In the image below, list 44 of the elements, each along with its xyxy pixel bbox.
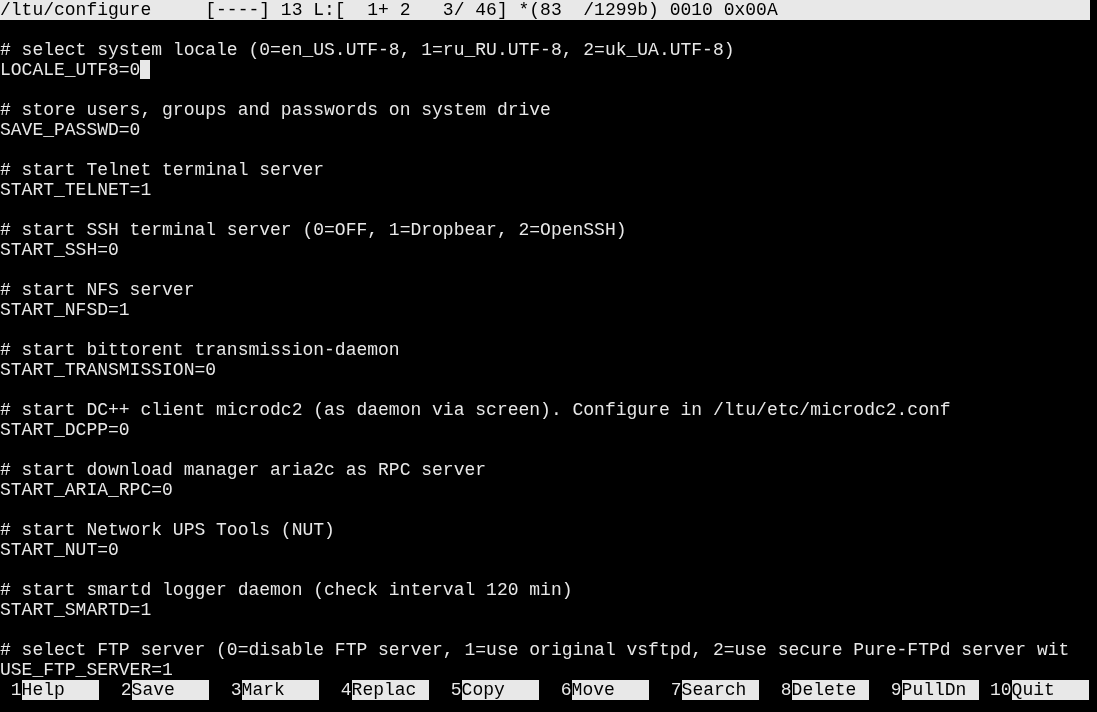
comment-line: # start bittorent transmission-daemon — [0, 340, 400, 360]
setting-line: USE_FTP_SERVER=1 — [0, 660, 173, 680]
function-key-button[interactable]: Quit — [1011, 680, 1090, 700]
key-number: 1 — [9, 680, 22, 700]
editor-status-info: [----] 13 L:[ 1+ 2 3/ 46] *(83 /1299b) 0010 0x00A — [205, 0, 778, 20]
function-key-button[interactable]: Search — [681, 680, 760, 700]
setting-line: START_TRANSMISSION=0 — [0, 360, 217, 380]
function-key-button[interactable]: Help — [21, 680, 100, 700]
key-number: 7 — [669, 680, 682, 700]
comment-line: # store users, groups and passwords on system drive — [0, 100, 551, 120]
comment-line: # start SSH terminal server (0=OFF, 1=Dropbear, 2=OpenSSH) — [0, 220, 627, 240]
setting-line: LOCALE_UTF8=0 — [0, 60, 141, 80]
key-number: 6 — [559, 680, 572, 700]
setting-line: START_NFSD=1 — [0, 300, 130, 320]
setting-line: START_NUT=0 — [0, 540, 119, 560]
setting-line: START_TELNET=1 — [0, 180, 152, 200]
comment-line: # start smartd logger daemon (check interval 120 min) — [0, 580, 573, 600]
key-number: 8 — [779, 680, 792, 700]
comment-line: # select FTP server (0=disable FTP server, 1=use original vsftpd, 2=use secure Pure-FTPd server wit — [0, 640, 1070, 660]
comment-line: # start Telnet terminal server — [0, 160, 325, 180]
comment-line: # start DC++ client microdc2 (as daemon via screen). Configure in /ltu/etc/microdc2.conf — [0, 400, 951, 420]
function-key-button[interactable]: Move — [571, 680, 650, 700]
function-key-button[interactable]: Mark — [241, 680, 320, 700]
setting-line: SAVE_PASSWD=0 — [0, 120, 141, 140]
key-number: 10 — [990, 680, 1012, 700]
key-number: 9 — [889, 680, 902, 700]
comment-line: # start Network UPS Tools (NUT) — [0, 520, 335, 540]
key-number: 5 — [449, 680, 462, 700]
file-path: /ltu/configure — [0, 0, 152, 20]
function-key-button[interactable]: PullDn — [901, 680, 980, 700]
key-number: 3 — [229, 680, 242, 700]
function-key-button[interactable]: Copy — [461, 680, 540, 700]
key-number: 4 — [339, 680, 352, 700]
setting-line: START_SSH=0 — [0, 240, 119, 260]
setting-line: START_ARIA_RPC=0 — [0, 480, 173, 500]
function-key-button[interactable]: Delete — [791, 680, 870, 700]
function-key-button[interactable]: Save — [131, 680, 210, 700]
key-number: 2 — [119, 680, 132, 700]
setting-line: START_DCPP=0 — [0, 420, 130, 440]
comment-line: # select system locale (0=en_US.UTF-8, 1=ru_RU.UTF-8, 2=uk_UA.UTF-8) — [0, 40, 735, 60]
function-key-button[interactable]: Replac — [351, 680, 430, 700]
comment-line: # start download manager aria2c as RPC server — [0, 460, 487, 480]
setting-line: START_SMARTD=1 — [0, 600, 152, 620]
comment-line: # start NFS server — [0, 280, 195, 300]
